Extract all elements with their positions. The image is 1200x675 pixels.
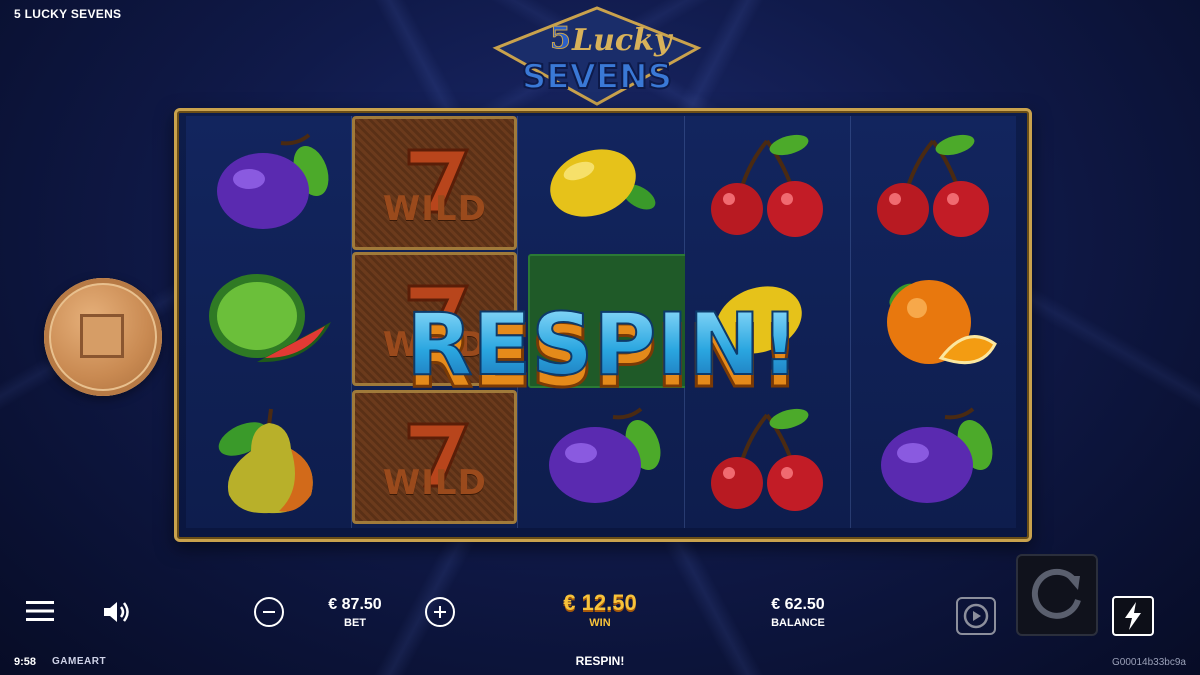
provider-logo: GAMEART bbox=[52, 656, 107, 667]
wild-label: WILD bbox=[382, 189, 487, 229]
cherry-icon bbox=[711, 134, 824, 237]
lemon-icon bbox=[550, 148, 656, 217]
symbol-pear bbox=[186, 390, 351, 527]
stop-icon bbox=[80, 314, 124, 358]
autoplay-icon bbox=[963, 603, 989, 629]
plum-icon bbox=[216, 132, 329, 229]
symbol-plum bbox=[851, 390, 1016, 527]
svg-text:5: 5 bbox=[550, 21, 571, 56]
balance-label: BALANCE bbox=[771, 617, 825, 629]
cherry-icon bbox=[711, 408, 824, 511]
spin-button[interactable] bbox=[1016, 554, 1098, 636]
cherry-icon bbox=[877, 134, 990, 237]
symbol-orange bbox=[851, 253, 1016, 390]
spin-icon bbox=[1031, 568, 1081, 619]
symbol-cherry bbox=[685, 390, 850, 527]
symbol-plum bbox=[186, 116, 351, 253]
reel-5 bbox=[850, 116, 1017, 528]
symbol-watermelon bbox=[186, 253, 351, 390]
balance-value: € 62.50 bbox=[771, 596, 825, 613]
balance-display: € 62.50 BALANCE bbox=[752, 596, 844, 629]
bet-decrease-button[interactable] bbox=[254, 597, 284, 627]
status-text: RESPIN! bbox=[575, 654, 625, 668]
pear-icon bbox=[218, 408, 313, 513]
autoplay-button[interactable] bbox=[956, 597, 996, 635]
plum-icon bbox=[881, 406, 993, 503]
symbol-wild: WILD bbox=[352, 116, 518, 250]
reel-1 bbox=[186, 116, 353, 528]
bet-label: BET bbox=[344, 617, 366, 629]
symbol-lemon bbox=[518, 116, 683, 253]
stop-button[interactable] bbox=[44, 278, 162, 396]
symbol-cherry bbox=[685, 116, 850, 253]
wild-label: WILD bbox=[382, 463, 487, 503]
win-value: € 12.50 bbox=[563, 590, 637, 615]
bet-value: € 87.50 bbox=[328, 596, 382, 613]
game-logo: 5 Lucky SEVENS bbox=[492, 6, 702, 106]
wild-box: WILD bbox=[352, 116, 518, 250]
symbol-cherry bbox=[851, 116, 1016, 253]
session-id: G00014b33bc9a bbox=[1112, 657, 1186, 668]
orange-icon bbox=[887, 279, 998, 364]
win-display: € 12.50 WIN bbox=[545, 590, 655, 629]
turbo-button[interactable] bbox=[1112, 596, 1154, 636]
menu-icon[interactable] bbox=[26, 600, 54, 622]
bet-increase-button[interactable] bbox=[425, 597, 455, 627]
watermelon-icon bbox=[208, 273, 331, 362]
symbol-plum bbox=[518, 390, 683, 527]
sound-icon[interactable] bbox=[102, 598, 132, 626]
svg-text:Lucky: Lucky bbox=[571, 23, 674, 58]
bet-display: € 87.50 BET bbox=[310, 596, 400, 629]
clock: 9:58 bbox=[14, 656, 37, 668]
lightning-icon bbox=[1125, 602, 1141, 630]
wild-box: WILD bbox=[352, 390, 518, 524]
svg-text:SEVENS: SEVENS bbox=[522, 57, 672, 97]
respin-banner-text: RESPIN! bbox=[406, 295, 799, 395]
respin-banner: RESPIN! RESPIN! bbox=[405, 294, 801, 396]
plum-icon bbox=[549, 406, 661, 503]
symbol-wild: WILD bbox=[352, 390, 518, 524]
win-label: WIN bbox=[589, 617, 611, 629]
game-title: 5 LUCKY SEVENS bbox=[14, 7, 122, 21]
